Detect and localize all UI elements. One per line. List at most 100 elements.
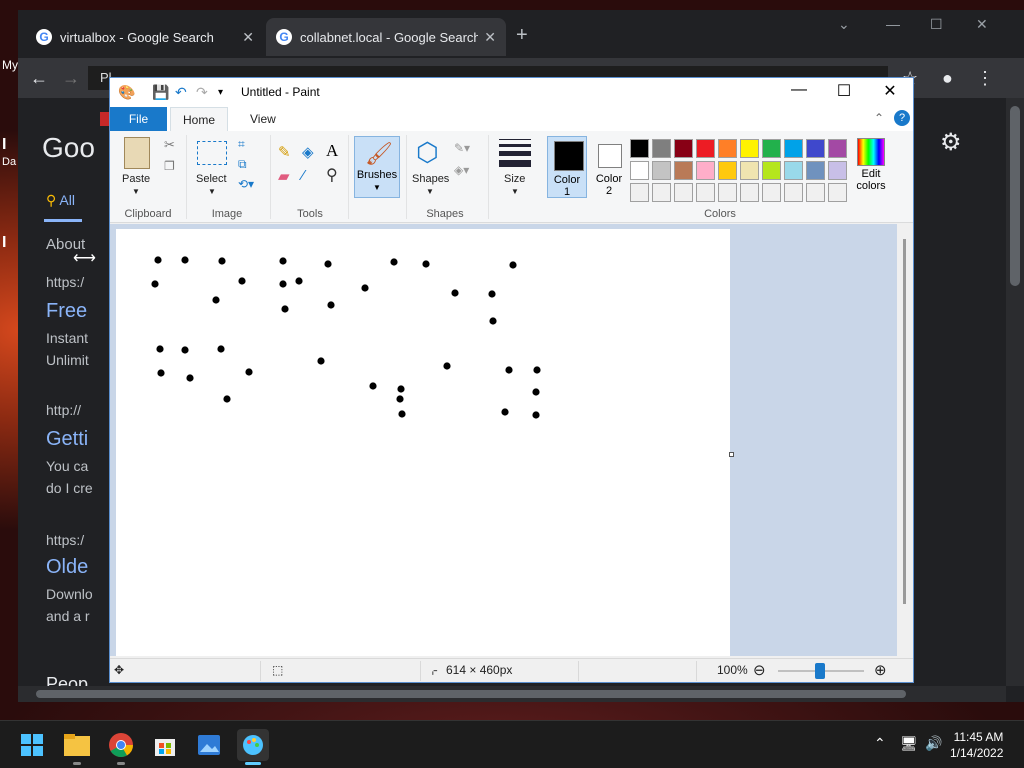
chevron-down-icon[interactable]: ▼ [132,187,140,196]
google-logo[interactable]: Goo [42,132,95,164]
chevron-down-icon[interactable]: ▼ [426,187,434,196]
customize-toolbar-icon[interactable]: ▾ [218,87,223,98]
size-icon[interactable] [499,139,531,167]
volume-icon[interactable]: 🔊 [925,735,942,752]
chevron-up-icon[interactable]: ⌃ [874,735,886,752]
result-title[interactable]: Getti [46,428,88,451]
minimize-icon[interactable]: — [784,81,814,99]
help-button[interactable]: ? [894,110,910,126]
palette-swatch[interactable] [784,183,803,202]
chrome-icon[interactable] [105,729,137,765]
zoom-in-icon[interactable]: ⊕ [874,661,887,679]
redo-icon[interactable]: ↷ [196,84,208,101]
shapes-button[interactable]: Shapes [412,173,449,185]
eraser-icon[interactable]: ▰ [278,167,290,185]
palette-swatch[interactable] [652,161,671,180]
palette-swatch[interactable] [674,161,693,180]
maximize-icon[interactable]: ☐ [930,16,943,33]
paste-button[interactable]: Paste [122,173,150,185]
tab-home[interactable]: Home [170,107,229,131]
select-icon[interactable] [197,141,227,165]
resize-icon[interactable]: ⧉ [238,157,247,172]
palette-swatch[interactable] [718,161,737,180]
chevron-down-icon[interactable]: ▼ [511,187,519,196]
palette-swatch[interactable] [828,161,847,180]
chrome-tab-collabnet[interactable]: G collabnet.local - Google Search ✕ [266,18,506,56]
photos-icon[interactable] [193,729,225,761]
network-icon[interactable]: 🖥 [900,735,918,752]
new-tab-button[interactable]: + [516,24,528,47]
brushes-button[interactable]: 🖌 Brushes ▼ [354,136,400,198]
canvas-vertical-scrollbar[interactable] [897,224,913,656]
cut-icon[interactable]: ✂ [164,137,175,153]
palette-swatch[interactable] [806,139,825,158]
outline-icon[interactable]: ✎▾ [454,141,470,155]
chrome-horizontal-scrollbar[interactable] [18,686,1006,702]
close-window-icon[interactable]: ✕ [976,16,988,33]
palette-swatch[interactable] [828,139,847,158]
palette-swatch[interactable] [784,139,803,158]
magnifier-icon[interactable]: ⚲ [326,165,338,185]
palette-swatch[interactable] [806,183,825,202]
palette-swatch[interactable] [740,161,759,180]
palette-swatch[interactable] [696,183,715,202]
edit-colors-button[interactable]: Edit colors [855,136,887,192]
result-url[interactable]: https:/ [46,274,84,290]
menu-icon[interactable]: ⋮ [976,68,994,89]
zoom-out-icon[interactable]: ⊖ [753,661,766,679]
pencil-icon[interactable]: ✎ [278,143,291,161]
palette-swatch[interactable] [740,183,759,202]
palette-swatch[interactable] [674,139,693,158]
size-button[interactable]: Size [504,173,525,185]
profile-icon[interactable]: ● [942,68,953,89]
forward-icon[interactable]: → [62,68,80,89]
back-icon[interactable]: ← [30,68,48,89]
gear-icon[interactable]: ⚙ [940,128,962,157]
shapes-icon[interactable]: ⬡ [416,137,439,168]
save-icon[interactable]: 💾 [152,84,169,101]
paint-app-icon[interactable]: 🎨 [118,84,135,101]
collapse-ribbon-icon[interactable]: ⌃ [874,111,884,125]
palette-swatch[interactable] [630,183,649,202]
result-title[interactable]: Olde [46,556,88,579]
color-picker-icon[interactable]: ⁄ [302,167,305,184]
text-icon[interactable]: A [326,141,338,161]
crop-icon[interactable]: ⌗ [238,137,245,152]
maximize-icon[interactable]: ☐ [829,81,859,101]
drawing-canvas[interactable] [116,229,730,656]
fill-icon[interactable]: ◈ [302,143,314,161]
paste-icon[interactable] [124,137,150,169]
palette-swatch[interactable] [652,139,671,158]
close-icon[interactable]: ✕ [242,29,254,46]
result-url[interactable]: http:// [46,402,81,418]
color1-button[interactable]: Color 1 [547,136,587,198]
palette-swatch[interactable] [652,183,671,202]
chrome-vertical-scrollbar[interactable] [1006,98,1024,686]
palette-swatch[interactable] [718,139,737,158]
copy-icon[interactable]: ❐ [164,159,175,173]
start-icon[interactable] [16,729,48,761]
close-icon[interactable]: ✕ [484,29,496,46]
palette-swatch[interactable] [630,139,649,158]
paint-icon[interactable] [237,729,269,765]
tab-view[interactable]: View [238,107,288,131]
minimize-icon[interactable]: — [886,16,900,32]
tab-search-icon[interactable]: ⌄ [838,16,850,33]
chevron-down-icon[interactable]: ▼ [208,187,216,196]
file-explorer-icon[interactable] [61,729,93,765]
search-tab-all[interactable]: ⚲ All [46,192,75,209]
palette-swatch[interactable] [828,183,847,202]
palette-swatch[interactable] [784,161,803,180]
palette-swatch[interactable] [696,161,715,180]
select-button[interactable]: Select [196,173,227,185]
palette-swatch[interactable] [762,139,781,158]
chrome-tab-virtualbox[interactable]: G virtualbox - Google Search ✕ [26,18,264,56]
palette-swatch[interactable] [806,161,825,180]
palette-swatch[interactable] [630,161,649,180]
scroll-thumb[interactable] [903,239,906,604]
palette-swatch[interactable] [762,161,781,180]
canvas-resize-handle[interactable] [729,452,734,457]
scroll-thumb[interactable] [1010,106,1020,286]
scroll-thumb[interactable] [36,690,906,698]
close-window-icon[interactable]: ✕ [875,81,905,101]
